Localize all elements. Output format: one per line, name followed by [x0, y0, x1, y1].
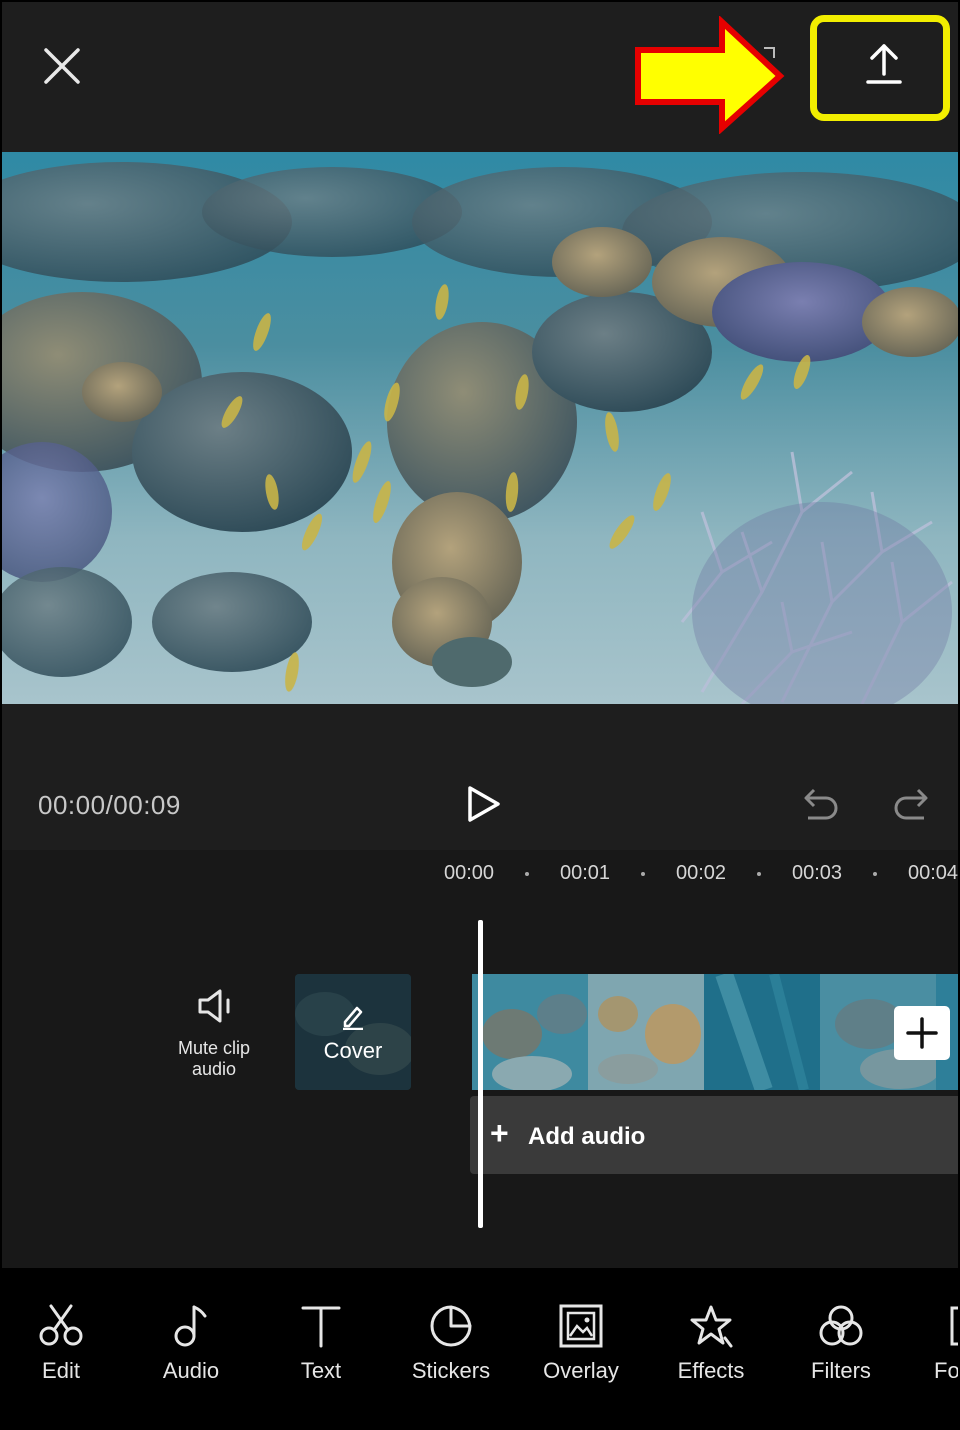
playhead[interactable] — [478, 920, 483, 1228]
text-icon — [301, 1306, 341, 1348]
clip-frame-2 — [588, 974, 704, 1090]
cover-thumbnail — [295, 974, 411, 1090]
bottom-toolbar: Edit Audio Text Stickers Overlay Effects… — [2, 1268, 958, 1428]
video-clip-track[interactable] — [472, 974, 958, 1090]
timeline[interactable]: 00:00 00:01 00:02 00:03 00:04 Mute clip … — [2, 850, 958, 1268]
editor-screen: 00:00/00:09 00:00 00:01 00:02 00:03 00:0… — [2, 2, 958, 1428]
undo-icon — [804, 788, 838, 820]
music-note-icon — [174, 1305, 207, 1347]
cover-button[interactable]: Cover — [295, 974, 411, 1090]
redo-icon — [894, 788, 928, 820]
annotation-arrow — [635, 16, 785, 134]
tool-audio-label: Audio — [162, 1358, 220, 1383]
tool-filters-label: Filters — [811, 1358, 871, 1383]
add-audio-track[interactable]: + Add audio — [470, 1096, 958, 1174]
ruler-dot — [525, 872, 529, 876]
add-audio-plus-icon: + — [490, 1115, 509, 1151]
tool-effects-label: Effects — [677, 1358, 745, 1383]
ruler-dot — [641, 872, 645, 876]
tool-audio[interactable]: Audio — [136, 1304, 246, 1384]
scissors-icon — [39, 1304, 83, 1346]
close-button[interactable] — [40, 44, 84, 88]
tool-format[interactable]: Fo — [902, 1304, 958, 1384]
mute-label-text: Mute clip audio — [177, 1038, 251, 1079]
undo-button[interactable] — [798, 784, 842, 828]
upload-icon — [866, 44, 902, 84]
tool-edit[interactable]: Edit — [6, 1304, 116, 1384]
ruler-tick: 00:01 — [560, 862, 611, 884]
close-icon — [44, 48, 80, 84]
tool-text[interactable]: Text — [266, 1304, 376, 1384]
tool-overlay[interactable]: Overlay — [526, 1304, 636, 1384]
redo-button[interactable] — [890, 784, 934, 828]
edit-pencil-icon — [343, 1006, 363, 1030]
add-clip-button[interactable] — [894, 1006, 950, 1060]
tool-stickers-label: Stickers — [411, 1358, 491, 1383]
tool-text-label: Text — [300, 1358, 342, 1383]
export-button[interactable] — [848, 30, 920, 102]
play-icon — [468, 786, 500, 822]
sticker-icon — [430, 1305, 472, 1347]
play-button[interactable] — [460, 782, 504, 826]
clip-frame-1 — [472, 974, 588, 1090]
underwater-reef-video-frame — [2, 152, 958, 704]
overlay-icon — [559, 1304, 603, 1348]
plus-icon — [906, 1017, 938, 1049]
video-preview[interactable] — [2, 152, 958, 704]
tool-edit-label: Edit — [42, 1358, 80, 1383]
ruler-tick: 00:03 — [792, 862, 843, 884]
tool-effects[interactable]: Effects — [656, 1304, 766, 1384]
tool-stickers[interactable]: Stickers — [396, 1304, 506, 1384]
effects-star-icon — [690, 1305, 733, 1348]
time-ruler: 00:00 00:01 00:02 00:03 00:04 — [2, 850, 958, 900]
clip-frame-3 — [704, 974, 820, 1090]
tool-format-label: Fo — [934, 1358, 958, 1383]
ruler-dot — [873, 872, 877, 876]
add-audio-label: Add audio — [528, 1123, 646, 1150]
filters-icon — [819, 1305, 863, 1346]
cover-label: Cover — [323, 1038, 383, 1063]
ruler-tick: 00:04 — [908, 862, 958, 884]
format-icon — [950, 1306, 958, 1346]
mute-clip-audio-label: Mute clip audio — [162, 1038, 266, 1080]
ruler-dot — [757, 872, 761, 876]
tool-overlay-label: Overlay — [543, 1358, 619, 1383]
top-bar — [2, 2, 958, 152]
ruler-tick: 00:00 — [444, 862, 495, 884]
tool-filters[interactable]: Filters — [786, 1304, 896, 1384]
ruler-tick: 00:02 — [676, 862, 727, 884]
playback-bar: 00:00/00:09 — [2, 704, 958, 850]
mute-clip-audio-button[interactable]: Mute clip audio — [162, 988, 266, 1098]
timecode: 00:00/00:09 — [38, 790, 181, 820]
speaker-icon — [198, 989, 230, 1023]
